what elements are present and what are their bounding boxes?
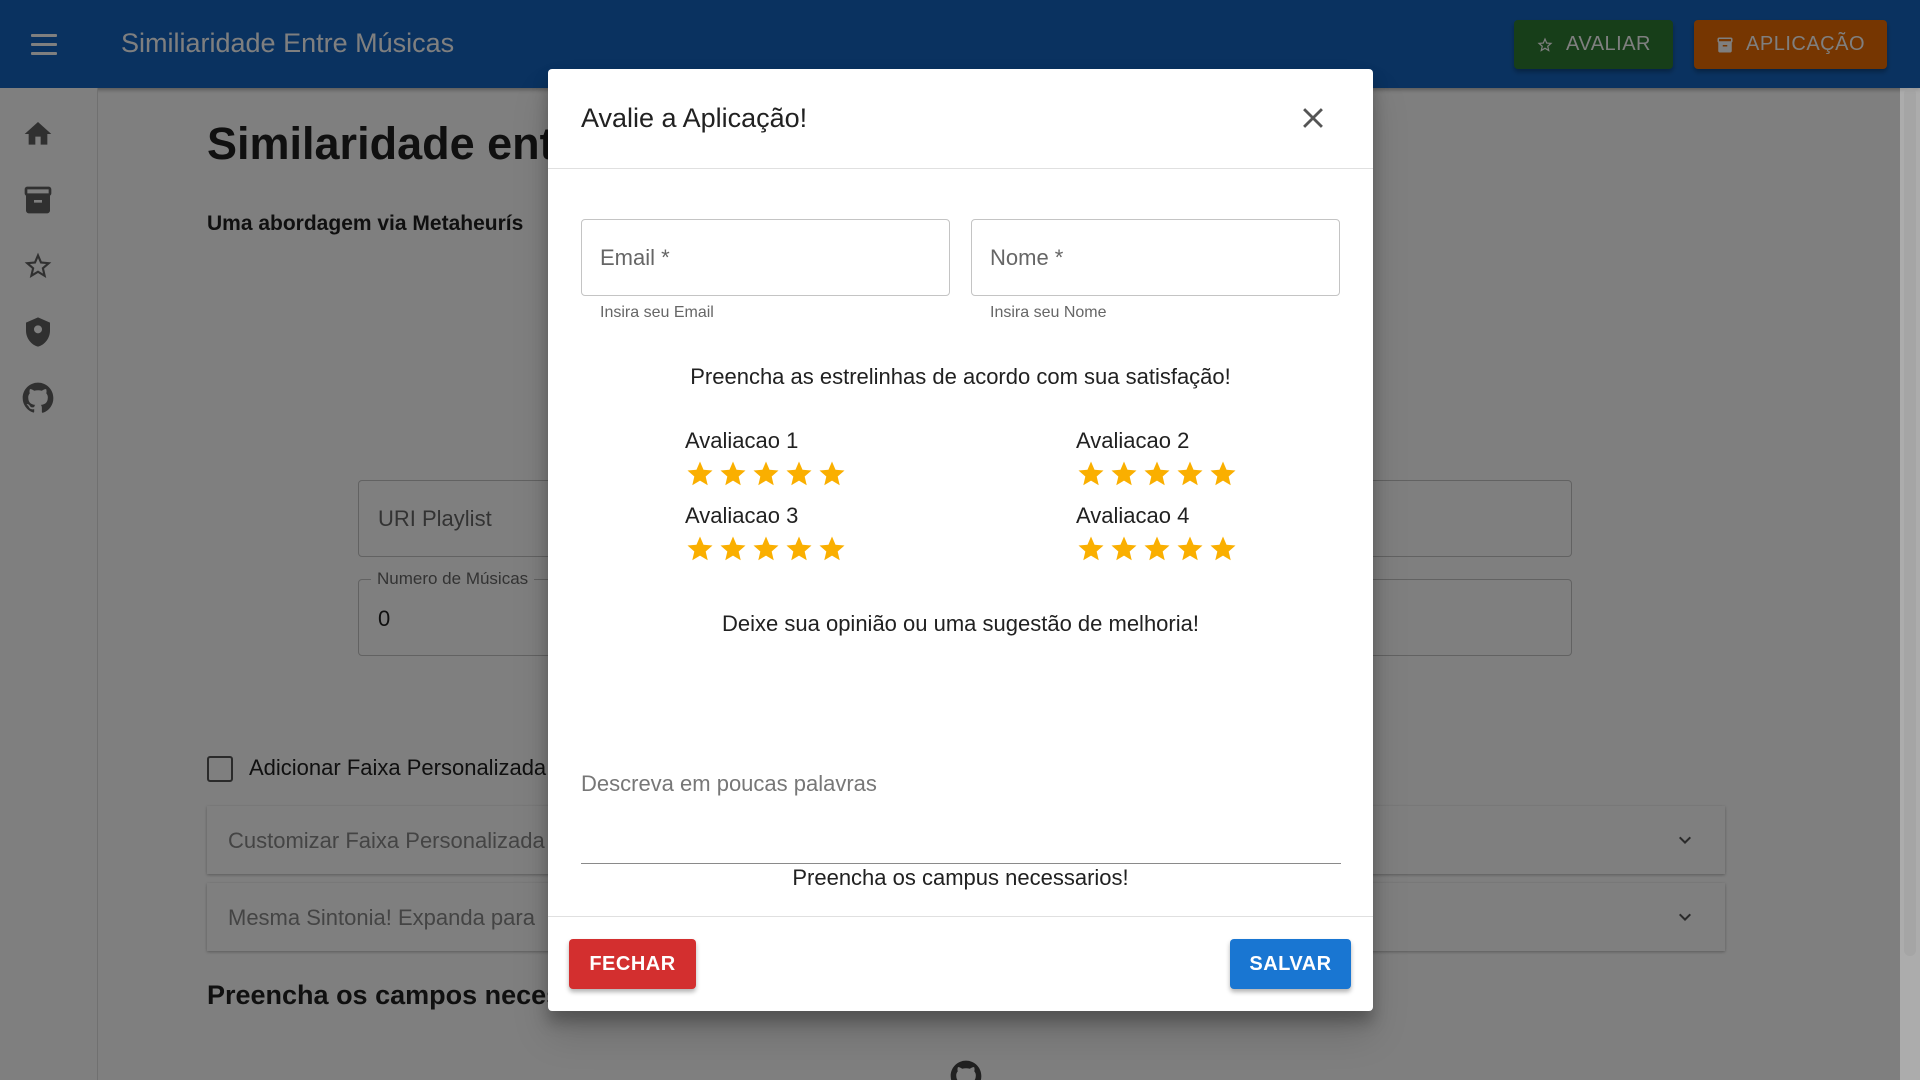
email-helper-text: Insira seu Email bbox=[600, 304, 714, 321]
nome-helper-text: Insira seu Nome bbox=[990, 304, 1107, 321]
star-icon[interactable] bbox=[817, 459, 847, 489]
star-icon[interactable] bbox=[1142, 534, 1172, 564]
star-icon[interactable] bbox=[1142, 459, 1172, 489]
scrollbar-thumb[interactable] bbox=[1904, 88, 1916, 956]
stars-prompt: Preencha as estrelinhas de acordo com su… bbox=[690, 364, 1231, 389]
rating-dialog: Avalie a Aplicação! Email * Nome * Insir… bbox=[548, 69, 1373, 1011]
rating-label-3: Avaliacao 3 bbox=[685, 503, 799, 528]
opinion-textarea[interactable]: Descreva em poucas palavras bbox=[581, 749, 1341, 864]
dialog-title: Avalie a Aplicação! bbox=[581, 103, 808, 133]
nome-placeholder: Nome * bbox=[990, 245, 1064, 270]
star-icon[interactable] bbox=[817, 534, 847, 564]
star-icon[interactable] bbox=[1076, 534, 1106, 564]
rating-label-1: Avaliacao 1 bbox=[685, 428, 799, 453]
star-icon[interactable] bbox=[685, 534, 715, 564]
salvar-button[interactable]: SALVAR bbox=[1230, 939, 1351, 989]
rating-label-4: Avaliacao 4 bbox=[1076, 503, 1190, 528]
rating-label-2: Avaliacao 2 bbox=[1076, 428, 1190, 453]
opinion-prompt: Deixe sua opinião ou uma sugestão de mel… bbox=[722, 611, 1199, 636]
star-icon[interactable] bbox=[685, 459, 715, 489]
rating-stars-3[interactable] bbox=[685, 534, 847, 564]
star-icon[interactable] bbox=[751, 459, 781, 489]
star-icon[interactable] bbox=[1208, 534, 1238, 564]
star-icon[interactable] bbox=[1109, 459, 1139, 489]
rating-stars-1[interactable] bbox=[685, 459, 847, 489]
textarea-placeholder: Descreva em poucas palavras bbox=[581, 771, 877, 796]
rating-stars-2[interactable] bbox=[1076, 459, 1238, 489]
star-icon[interactable] bbox=[718, 459, 748, 489]
email-field[interactable]: Email * bbox=[581, 219, 950, 296]
nome-field[interactable]: Nome * bbox=[971, 219, 1340, 296]
fechar-button[interactable]: FECHAR bbox=[569, 939, 696, 989]
star-icon[interactable] bbox=[1109, 534, 1139, 564]
scrollbar[interactable] bbox=[1900, 88, 1920, 1080]
dialog-divider-bottom bbox=[548, 916, 1373, 917]
required-message: Preencha os campus necessarios! bbox=[792, 865, 1129, 890]
dialog-divider-top bbox=[548, 168, 1373, 169]
email-placeholder: Email * bbox=[600, 245, 670, 270]
star-icon[interactable] bbox=[751, 534, 781, 564]
star-icon[interactable] bbox=[1175, 534, 1205, 564]
rating-stars-4[interactable] bbox=[1076, 534, 1238, 564]
star-icon[interactable] bbox=[1175, 459, 1205, 489]
star-icon[interactable] bbox=[1076, 459, 1106, 489]
star-icon[interactable] bbox=[784, 459, 814, 489]
star-icon[interactable] bbox=[718, 534, 748, 564]
star-icon[interactable] bbox=[784, 534, 814, 564]
star-icon[interactable] bbox=[1208, 459, 1238, 489]
close-icon[interactable] bbox=[1296, 101, 1330, 135]
